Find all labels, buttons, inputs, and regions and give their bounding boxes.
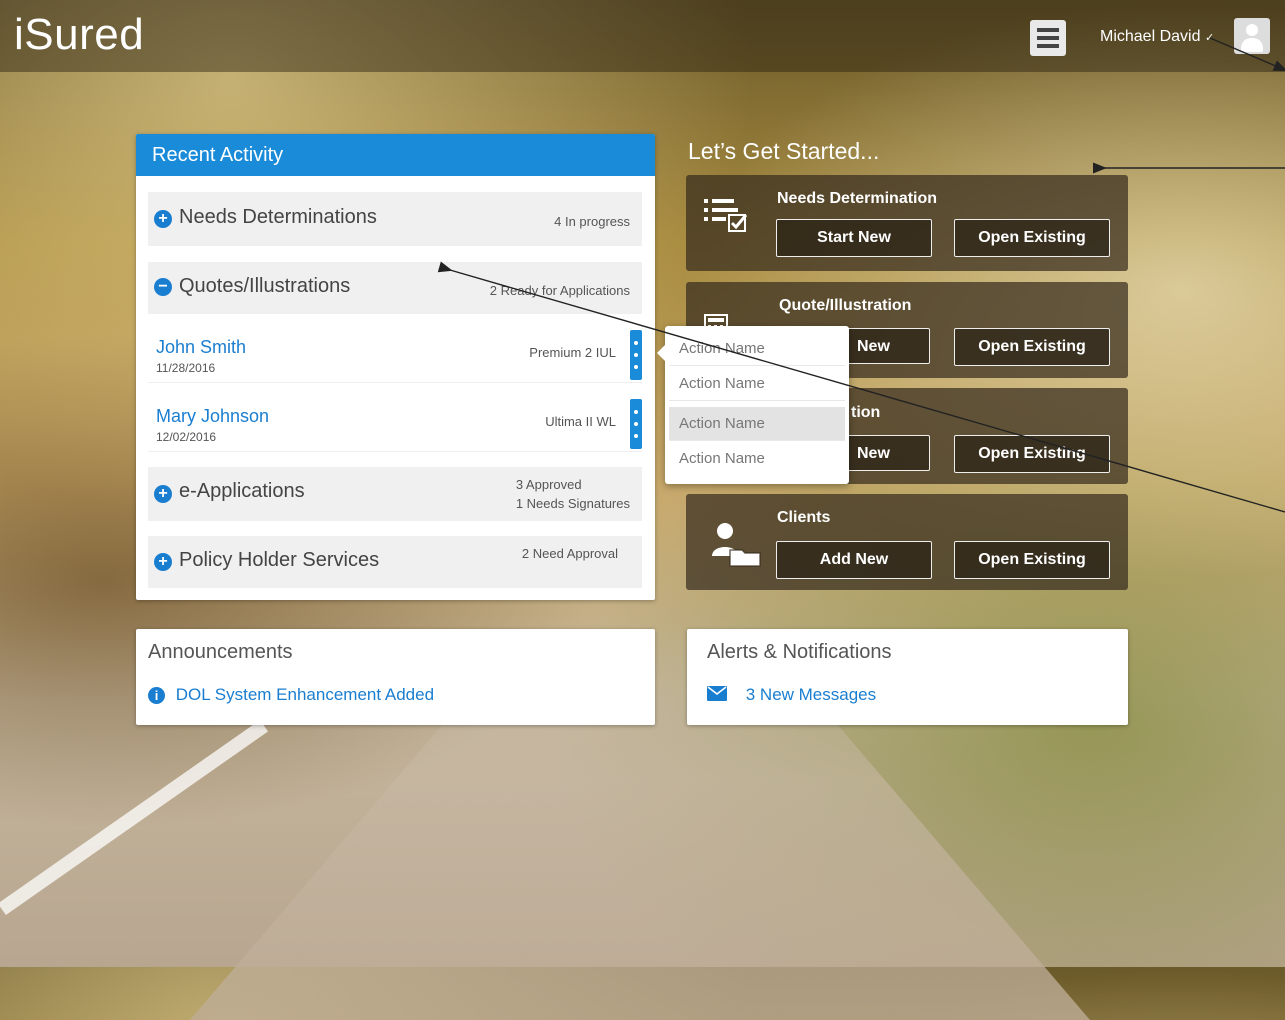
expand-plus-icon[interactable]: + — [154, 485, 172, 503]
hamburger-menu-button[interactable] — [1030, 20, 1066, 56]
card-title: Needs Determination — [777, 190, 938, 207]
envelope-icon — [707, 685, 727, 706]
alerts-panel: Alerts & Notifications 3 New Messages — [687, 629, 1128, 725]
activity-row-needs-determinations[interactable]: + Needs Determinations 4 In progress — [148, 192, 642, 246]
recent-activity-title: Recent Activity — [136, 134, 655, 176]
top-header: iSured Michael David ✓ — [0, 0, 1285, 72]
messages-text: 3 New Messages — [745, 685, 877, 704]
activity-row-label: Policy Holder Services — [179, 549, 380, 571]
info-icon: i — [148, 687, 165, 704]
dropdown-caret — [657, 344, 666, 362]
quote-item[interactable]: Mary Johnson 12/02/2016 Ultima II WL — [148, 399, 642, 452]
isured-logo[interactable]: iSured — [14, 10, 144, 60]
quote-date: 12/02/2016 — [156, 430, 217, 444]
client-name-link[interactable]: Mary Johnson — [156, 406, 269, 427]
announcements-panel: Announcements i DOL System Enhancement A… — [136, 629, 655, 725]
activity-row-label: Quotes/Illustrations — [179, 275, 351, 297]
expand-plus-icon[interactable]: + — [154, 553, 172, 571]
activity-row-e-applications[interactable]: + e-Applications 3 Approved 1 Needs Sign… — [148, 467, 642, 521]
activity-row-status: 4 In progress — [554, 214, 630, 229]
card-needs-determination: Needs Determination Start New Open Exist… — [686, 175, 1128, 271]
open-existing-button[interactable]: Open Existing — [954, 219, 1110, 257]
background-road-line — [0, 720, 269, 916]
user-menu[interactable]: Michael David ✓ — [1100, 28, 1214, 46]
action-dropdown-menu: Action Name Action Name Action Name Acti… — [657, 326, 849, 484]
user-name: Michael David — [1100, 28, 1201, 45]
announcement-text: DOL System Enhancement Added — [175, 685, 435, 704]
checklist-icon — [704, 197, 750, 246]
quote-product: Ultima II WL — [545, 414, 616, 429]
get-started-title: Let’s Get Started... — [688, 138, 880, 164]
quote-product: Premium 2 IUL — [529, 345, 616, 360]
activity-row-policy-holder-services[interactable]: + Policy Holder Services 2 Need Approval — [148, 536, 642, 588]
start-new-button[interactable]: Start New — [776, 219, 932, 257]
announcements-title: Announcements — [148, 641, 293, 663]
avatar[interactable] — [1234, 18, 1270, 54]
expand-plus-icon[interactable]: + — [154, 210, 172, 228]
kebab-menu-icon[interactable] — [630, 330, 642, 380]
card-title: Clients — [777, 509, 831, 526]
card-title: Quote/Illustration — [779, 297, 912, 314]
collapse-minus-icon[interactable]: − — [154, 278, 172, 296]
activity-row-label: Needs Determinations — [179, 206, 377, 228]
announcement-link[interactable]: i DOL System Enhancement Added — [148, 685, 434, 705]
open-existing-button[interactable]: Open Existing — [954, 328, 1110, 366]
dropdown-action-item-selected[interactable]: Action Name — [669, 407, 845, 441]
chevron-down-icon: ✓ — [1204, 32, 1215, 44]
card-title: tion — [851, 404, 881, 421]
activity-row-status: 3 Approved 1 Needs Signatures — [515, 477, 630, 511]
activity-row-status: 2 Need Approval — [521, 546, 618, 561]
activity-row-quotes-illustrations[interactable]: − Quotes/Illustrations 2 Ready for Appli… — [148, 262, 642, 314]
activity-row-status: 2 Ready for Applications — [489, 283, 630, 298]
client-name-link[interactable]: John Smith — [156, 337, 246, 358]
add-new-button[interactable]: Add New — [776, 541, 932, 579]
quote-item[interactable]: John Smith 11/28/2016 Premium 2 IUL — [148, 330, 642, 383]
dropdown-action-item[interactable]: Action Name — [669, 442, 845, 476]
activity-row-label: e-Applications — [179, 480, 305, 502]
alerts-title: Alerts & Notifications — [707, 641, 892, 663]
messages-link[interactable]: 3 New Messages — [707, 685, 876, 706]
quote-date: 11/28/2016 — [156, 361, 216, 375]
dropdown-action-item[interactable]: Action Name — [669, 332, 845, 366]
open-existing-button[interactable]: Open Existing — [954, 541, 1110, 579]
open-existing-button[interactable]: Open Existing — [954, 435, 1110, 473]
recent-activity-panel: Recent Activity + Needs Determinations 4… — [136, 134, 655, 600]
card-clients: Clients Add New Open Existing — [686, 494, 1128, 590]
clients-folder-icon — [710, 522, 762, 577]
kebab-menu-icon[interactable] — [630, 399, 642, 449]
dropdown-action-item[interactable]: Action Name — [669, 367, 845, 401]
